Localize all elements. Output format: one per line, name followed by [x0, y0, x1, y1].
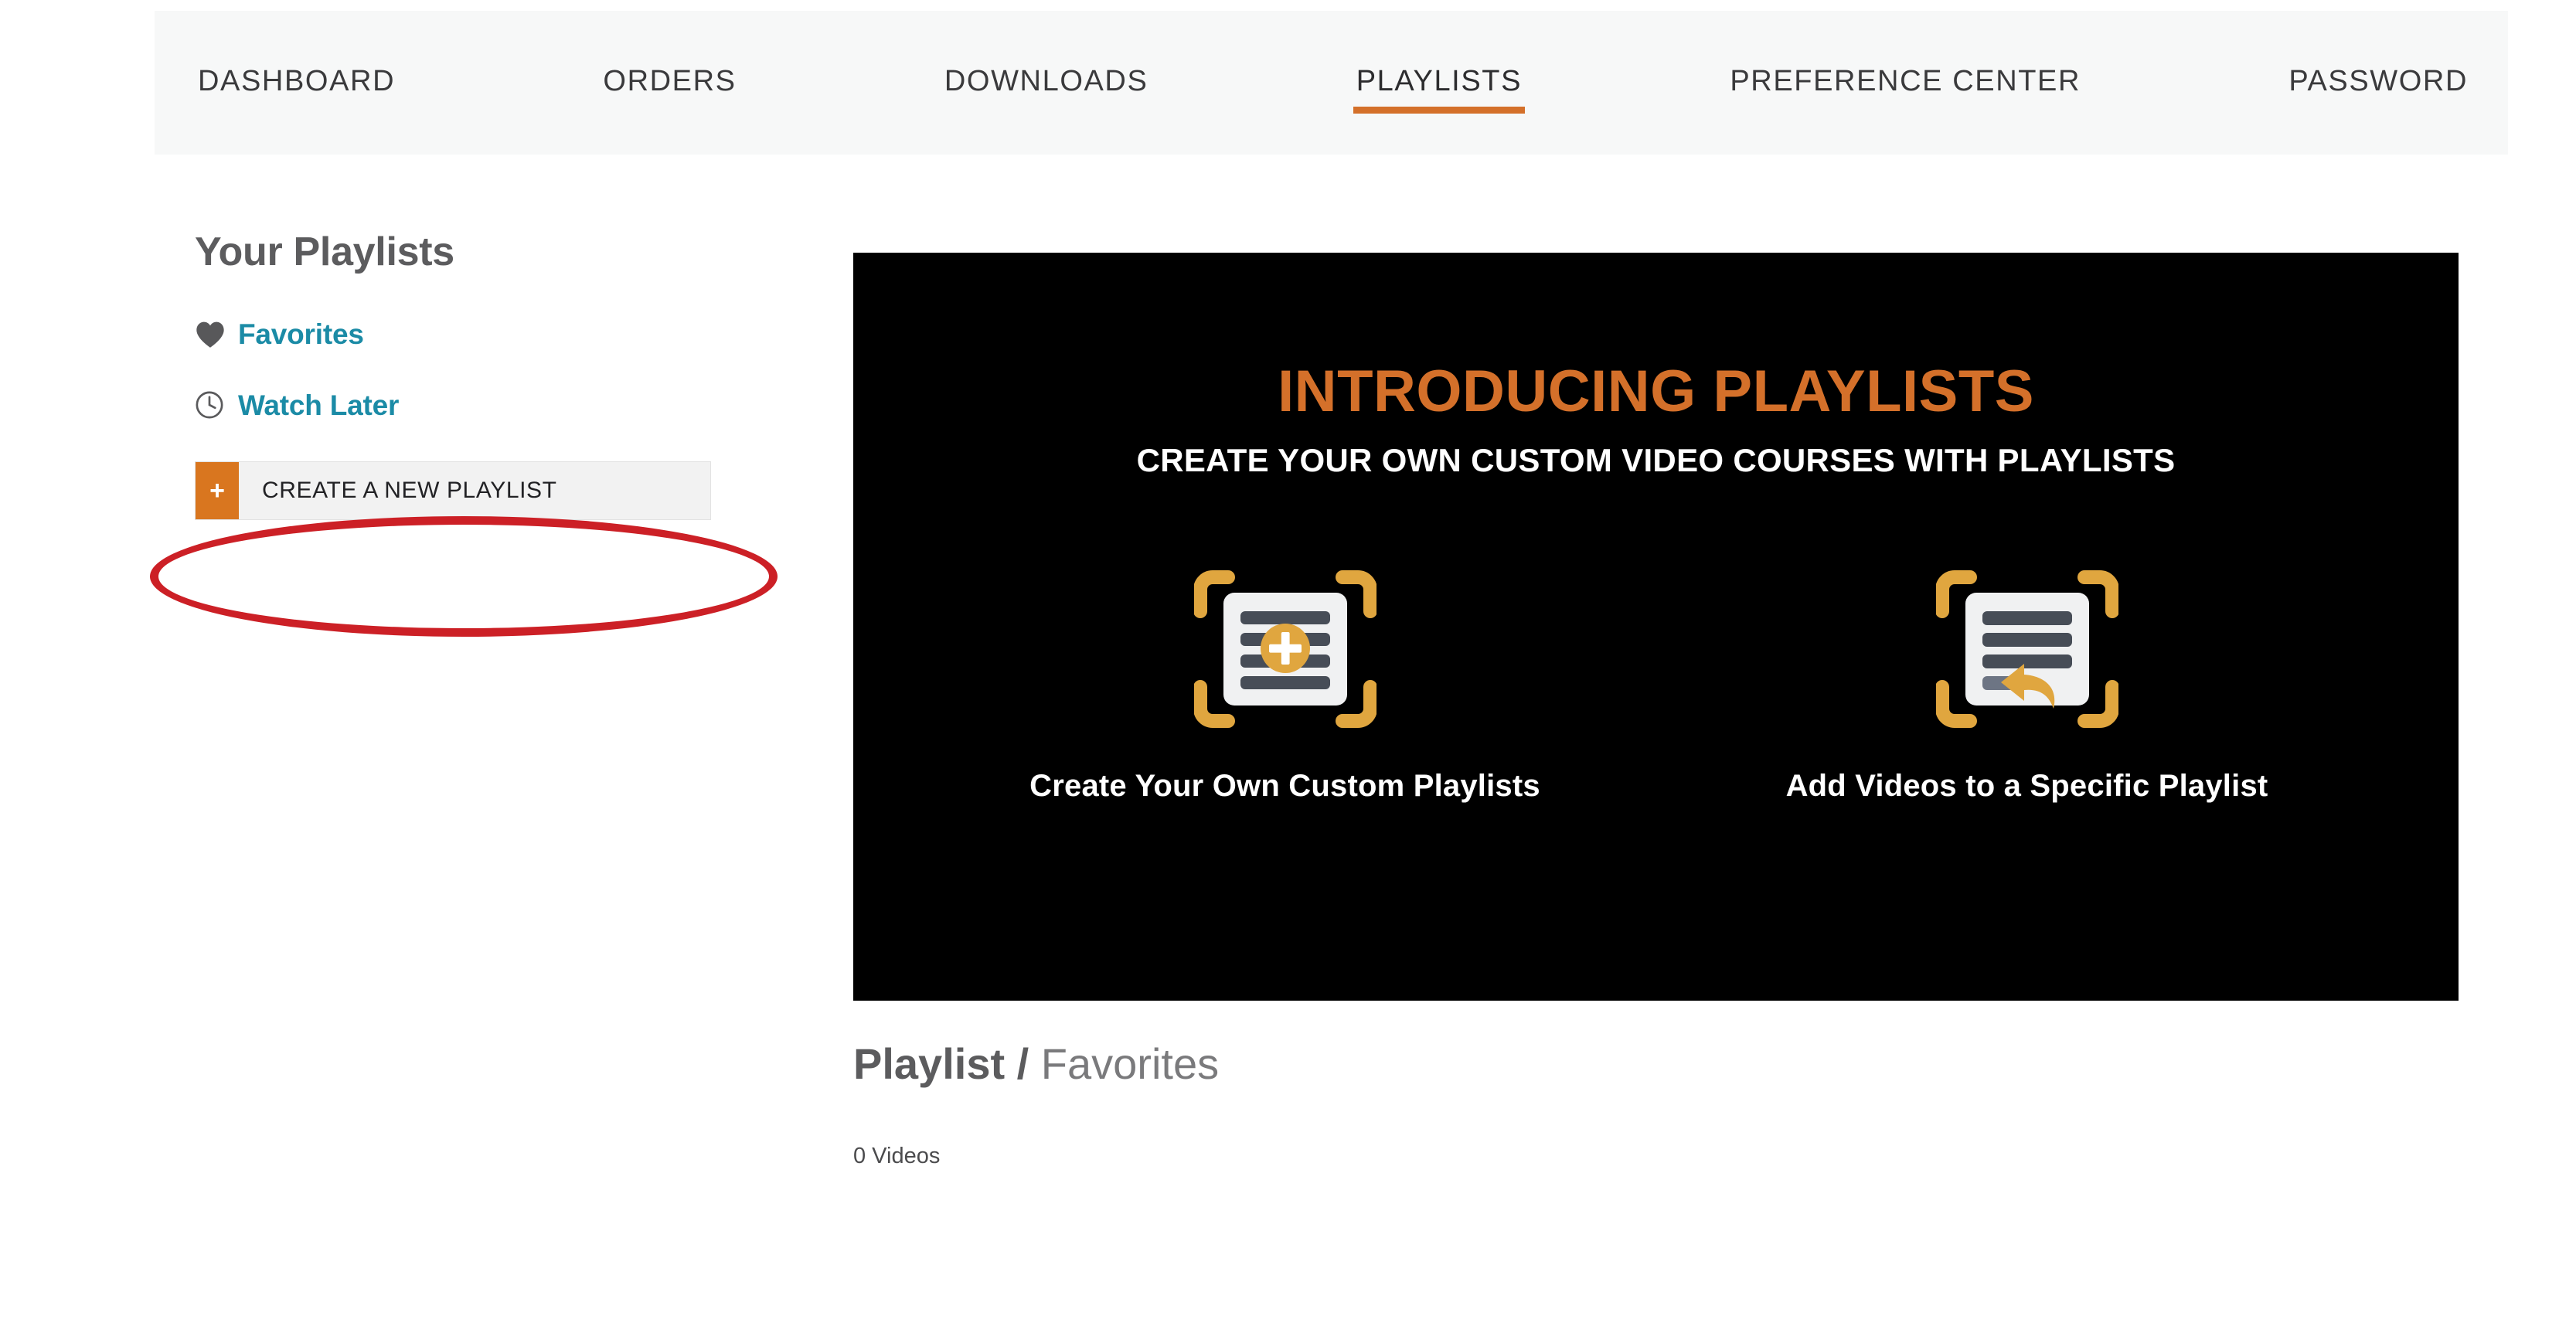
- playlist-heading: Playlist / Favorites: [853, 1042, 1219, 1086]
- clock-icon: [195, 390, 227, 420]
- tab-dashboard-label: DASHBOARD: [198, 64, 396, 97]
- sidebar-item-favorites-label: Favorites: [238, 318, 364, 350]
- heart-icon: [195, 321, 227, 348]
- sidebar-heading: Your Playlists: [195, 230, 454, 274]
- tab-orders-label: ORDERS: [603, 64, 737, 97]
- banner-title: INTRODUCING PLAYLISTS: [1278, 359, 2034, 424]
- tab-playlists[interactable]: PLAYLISTS: [1353, 45, 1526, 121]
- banner-card-add-videos-caption: Add Videos to a Specific Playlist: [1785, 769, 2268, 803]
- playlist-heading-prefix: Playlist /: [853, 1039, 1029, 1088]
- sidebar-item-watch-later[interactable]: Watch Later: [195, 390, 790, 420]
- account-nav-bar: DASHBOARD ORDERS DOWNLOADS PLAYLISTS PRE…: [155, 11, 2508, 155]
- banner-feature-cards: Create Your Own Custom Playlists Add Vid…: [853, 548, 2459, 801]
- banner-card-create-playlists-caption: Create Your Own Custom Playlists: [1029, 769, 1540, 803]
- playlist-add-icon: [1007, 548, 1564, 750]
- tab-dashboard[interactable]: DASHBOARD: [195, 45, 398, 121]
- playlists-sidebar: Your Playlists Favorites Watch Later + C…: [195, 232, 790, 520]
- tab-downloads-label: DOWNLOADS: [944, 64, 1148, 97]
- playlist-arrow-icon: [1749, 548, 2305, 750]
- tab-orders[interactable]: ORDERS: [600, 45, 739, 121]
- tab-downloads[interactable]: DOWNLOADS: [941, 45, 1152, 121]
- plus-icon: +: [196, 462, 239, 519]
- sidebar-item-favorites[interactable]: Favorites: [195, 320, 790, 348]
- banner-card-create-playlists: Create Your Own Custom Playlists: [1007, 548, 1564, 801]
- create-a-new-playlist-button[interactable]: + CREATE A NEW PLAYLIST: [195, 461, 711, 520]
- active-tab-underline: [1353, 106, 1526, 114]
- tab-password[interactable]: PASSWORD: [2285, 45, 2471, 121]
- create-playlist-label: CREATE A NEW PLAYLIST: [262, 478, 557, 503]
- banner-subtitle: CREATE YOUR OWN CUSTOM VIDEO COURSES WIT…: [1136, 442, 2176, 478]
- sidebar-item-watch-later-label: Watch Later: [238, 389, 400, 421]
- banner-card-add-videos: Add Videos to a Specific Playlist: [1749, 548, 2305, 801]
- nav-tab-list: DASHBOARD ORDERS DOWNLOADS PLAYLISTS PRE…: [155, 11, 2508, 155]
- tab-preference-center[interactable]: PREFERENCE CENTER: [1727, 45, 2084, 121]
- video-count-label: 0 Videos: [853, 1144, 941, 1168]
- tab-playlists-label: PLAYLISTS: [1356, 64, 1523, 97]
- playlist-heading-name: Favorites: [1040, 1039, 1220, 1088]
- tab-password-label: PASSWORD: [2288, 64, 2468, 97]
- annotation-ellipse-highlight: [150, 516, 778, 637]
- playlists-promo-banner: INTRODUCING PLAYLISTS CREATE YOUR OWN CU…: [853, 253, 2459, 1001]
- tab-preference-center-label: PREFERENCE CENTER: [1730, 64, 2081, 97]
